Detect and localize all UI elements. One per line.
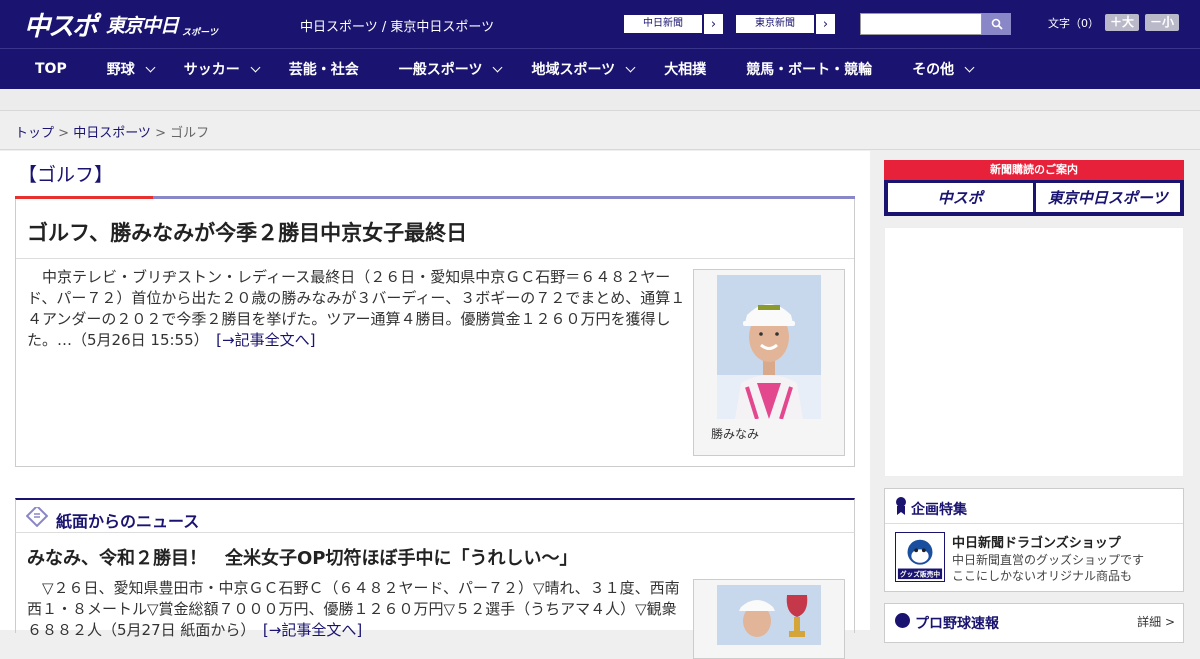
font-smaller-button[interactable]: －小 <box>1145 14 1180 31</box>
font-bigger-button[interactable]: ＋大 <box>1105 14 1140 31</box>
read-more-link[interactable]: [→記事全文へ] <box>216 331 315 349</box>
dragons-shop-description: 中日新聞直営のグッズショップです ここにしかないオリジナル商品も <box>952 552 1144 584</box>
nav-label: 一般スポーツ <box>398 62 483 78</box>
subscription-buttons: 中スポ 東京中日スポーツ <box>884 180 1184 215</box>
feature-promo-header: 企画特集 <box>885 489 1183 524</box>
chevron-down-icon <box>625 62 636 72</box>
golfer-photo[interactable] <box>717 275 821 419</box>
logo-chuspo: 中スポ <box>24 11 98 42</box>
logo-sports: スポーツ <box>182 27 218 38</box>
chevron-down-icon <box>145 62 156 72</box>
print-article-headline[interactable]: みなみ、令和２勝目！ 全米女子OP切符ほぼ手中に「うれしい～」 <box>27 544 578 570</box>
search-box <box>860 13 1011 35</box>
feature-promo-title: 企画特集 <box>911 502 967 518</box>
breadcrumb-separator: > <box>54 126 74 141</box>
nav-item-regional-sports[interactable]: 地域スポーツ <box>531 49 636 90</box>
featured-article-body: 中京テレビ・ブリヂストン・レディース最終日（２６日・愛知県中京ＧＣ石野＝６４８２… <box>27 267 687 351</box>
nav-item-top[interactable]: TOP <box>35 49 67 90</box>
tokyo-shimbun-label: 東京新聞 <box>735 14 815 34</box>
nav-label: TOP <box>35 61 67 77</box>
subscribe-chuspo-button[interactable]: 中スポ <box>888 183 1033 212</box>
photo-caption: 勝みなみ <box>711 427 760 441</box>
feature-promo: 企画特集 グッズ販売中 中日新聞ドラゴンズショップ 中日新聞直営のグッズショップ… <box>884 488 1184 592</box>
baseball-details-link[interactable]: 詳細 > <box>1137 613 1175 630</box>
nav-label: サッカー <box>183 62 240 78</box>
nav-label: 競馬・ボート・競輪 <box>746 62 873 78</box>
ad-space <box>884 227 1184 477</box>
sub-bar <box>0 89 1200 111</box>
subscribe-tokyo-chunichi-button[interactable]: 東京中日スポーツ <box>1035 183 1180 212</box>
chunichi-shimbun-link[interactable]: 中日新聞 › <box>622 13 724 35</box>
tokyo-shimbun-link[interactable]: 東京新聞 › <box>734 13 836 35</box>
nav-item-racing[interactable]: 競馬・ボート・競輪 <box>746 49 872 90</box>
dragons-shop-item[interactable]: グッズ販売中 中日新聞ドラゴンズショップ 中日新聞直営のグッズショップです ここ… <box>885 524 1183 592</box>
chunichi-shimbun-label: 中日新聞 <box>623 14 703 34</box>
breadcrumb-home[interactable]: トップ <box>15 126 54 141</box>
subscription-label: 新聞購読のご案内 <box>884 160 1184 180</box>
nav-item-others[interactable]: その他 <box>912 49 975 90</box>
search-icon <box>991 18 1003 30</box>
nav-item-baseball[interactable]: 野球 <box>106 49 156 90</box>
nav-label: 野球 <box>106 62 135 78</box>
nav-item-soccer[interactable]: サッカー <box>183 49 261 90</box>
trophy-photo[interactable] <box>717 585 821 645</box>
font-size-control: 文字（0） ＋大 －小 <box>1048 14 1180 31</box>
read-more-link[interactable]: [→記事全文へ] <box>263 621 362 639</box>
nav-item-sumo[interactable]: 大相撲 <box>664 49 706 90</box>
print-article-photo-box <box>693 579 845 659</box>
dragons-shop-name[interactable]: 中日新聞ドラゴンズショップ <box>952 532 1121 551</box>
site-links[interactable]: 中日スポーツ / 東京中日スポーツ <box>300 16 494 35</box>
nav-label: 芸能・社会 <box>288 62 359 78</box>
featured-article-headline[interactable]: ゴルフ、勝みなみが今季２勝目中京女子最終日 <box>27 217 467 247</box>
featured-article-text: 中京テレビ・ブリヂストン・レディース最終日（２６日・愛知県中京ＧＣ石野＝６４８２… <box>27 268 686 349</box>
font-size-label: 文字（0） <box>1048 16 1099 30</box>
subscription-banner[interactable]: 新聞購読のご案内 中スポ 東京中日スポーツ <box>884 160 1184 216</box>
baseball-live-panel: プロ野球速報 詳細 > <box>884 603 1184 643</box>
featured-article: ゴルフ、勝みなみが今季２勝目中京女子最終日 中京テレビ・ブリヂストン・レディース… <box>15 199 855 467</box>
breadcrumb-parent[interactable]: 中日スポーツ <box>73 126 151 141</box>
chevron-down-icon <box>964 62 975 72</box>
chevron-down-icon <box>493 62 503 72</box>
nav-label: 大相撲 <box>664 62 707 78</box>
ribbon-icon <box>896 497 906 515</box>
baseball-live-title: プロ野球速報 <box>915 616 999 632</box>
logo-tokyo-chunichi: 東京中日 <box>106 14 179 37</box>
dragons-mascot-thumb: グッズ販売中 <box>895 532 945 582</box>
nav-label: 地域スポーツ <box>531 62 616 78</box>
search-input[interactable] <box>860 13 982 35</box>
print-article: みなみ、令和２勝目！ 全米女子OP切符ほぼ手中に「うれしい～」 ▽２６日、愛知県… <box>15 533 855 659</box>
dragons-shop-desc-line1: 中日新聞直営のグッズショップです <box>952 553 1145 567</box>
main-nav: TOP 野球 サッカー 芸能・社会 一般スポーツ 地域スポーツ 大相撲 競馬・ボ… <box>0 48 1200 89</box>
chevron-right-icon: › <box>815 14 835 34</box>
category-title: 【ゴルフ】 <box>18 164 114 186</box>
breadcrumb: トップ > 中日スポーツ > ゴルフ <box>15 122 209 141</box>
nav-item-general-sports[interactable]: 一般スポーツ <box>398 49 503 90</box>
chevron-right-icon: › <box>703 14 723 34</box>
baseball-icon <box>895 613 910 628</box>
site-header: 中スポ 東京中日 スポーツ 中日スポーツ / 東京中日スポーツ 中日新聞 › 東… <box>0 0 1200 48</box>
print-news-title: 紙面からのニュース <box>56 512 200 531</box>
search-button[interactable] <box>982 13 1011 35</box>
breadcrumb-bar: トップ > 中日スポーツ > ゴルフ <box>0 112 1200 150</box>
thumb-label: グッズ販売中 <box>900 570 941 579</box>
chevron-down-icon <box>250 62 261 72</box>
print-news-header: 紙面からのニュース <box>15 498 855 533</box>
featured-photo-box: 勝みなみ <box>693 269 845 456</box>
nav-label: その他 <box>912 62 955 78</box>
newspaper-icon <box>26 507 48 527</box>
site-logo[interactable]: 中スポ 東京中日 スポーツ <box>24 8 218 42</box>
breadcrumb-separator: > <box>150 126 171 141</box>
breadcrumb-current: ゴルフ <box>170 126 210 141</box>
featured-article-header: ゴルフ、勝みなみが今季２勝目中京女子最終日 <box>16 199 854 259</box>
print-article-body: ▽２６日、愛知県豊田市・中京ＧＣ石野Ｃ（６４８２ヤード、パー７２）▽晴れ、３１度… <box>27 578 687 641</box>
dragons-shop-desc-line2: ここにしかないオリジナル商品も <box>952 569 1133 583</box>
nav-item-entertainment[interactable]: 芸能・社会 <box>289 49 359 90</box>
